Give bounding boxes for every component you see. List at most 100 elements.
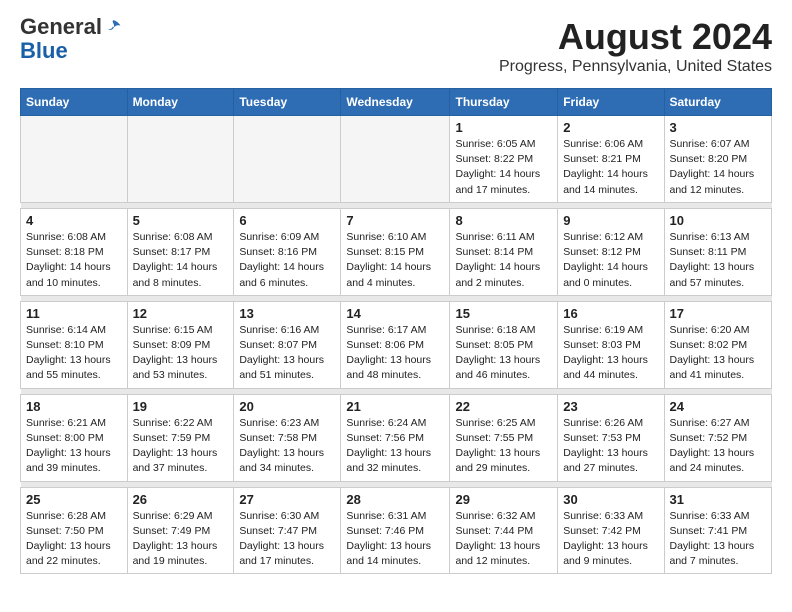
day-info: Sunrise: 6:31 AMSunset: 7:46 PMDaylight:… <box>346 509 444 570</box>
calendar-cell: 27 Sunrise: 6:30 AMSunset: 7:47 PMDayligh… <box>234 487 341 574</box>
calendar-cell: 9 Sunrise: 6:12 AMSunset: 8:12 PMDaylight… <box>558 208 664 295</box>
day-info: Sunrise: 6:24 AMSunset: 7:56 PMDaylight:… <box>346 416 444 477</box>
day-number: 2 <box>563 120 658 135</box>
calendar-cell: 21 Sunrise: 6:24 AMSunset: 7:56 PMDayligh… <box>341 394 450 481</box>
day-number: 26 <box>133 492 229 507</box>
day-number: 1 <box>455 120 552 135</box>
calendar-cell <box>127 116 234 203</box>
month-year-title: August 2024 <box>499 16 772 58</box>
logo-general-text: General <box>20 16 102 38</box>
day-info: Sunrise: 6:17 AMSunset: 8:06 PMDaylight:… <box>346 323 444 384</box>
calendar-cell: 3 Sunrise: 6:07 AMSunset: 8:20 PMDaylight… <box>664 116 772 203</box>
day-number: 18 <box>26 399 122 414</box>
day-number: 5 <box>133 213 229 228</box>
day-number: 15 <box>455 306 552 321</box>
weekday-header-row: SundayMondayTuesdayWednesdayThursdayFrid… <box>21 89 772 116</box>
calendar-cell: 31 Sunrise: 6:33 AMSunset: 7:41 PMDayligh… <box>664 487 772 574</box>
logo-blue-text: Blue <box>20 38 68 63</box>
day-number: 16 <box>563 306 658 321</box>
calendar-cell <box>341 116 450 203</box>
calendar-cell: 11 Sunrise: 6:14 AMSunset: 8:10 PMDayligh… <box>21 301 128 388</box>
day-info: Sunrise: 6:07 AMSunset: 8:20 PMDaylight:… <box>670 137 767 198</box>
day-number: 21 <box>346 399 444 414</box>
day-info: Sunrise: 6:12 AMSunset: 8:12 PMDaylight:… <box>563 230 658 291</box>
day-info: Sunrise: 6:32 AMSunset: 7:44 PMDaylight:… <box>455 509 552 570</box>
logo-bird-icon <box>104 18 122 36</box>
day-number: 12 <box>133 306 229 321</box>
calendar-cell: 1Sunrise: 6:05 AMSunset: 8:22 PMDaylight… <box>450 116 558 203</box>
calendar-cell: 14 Sunrise: 6:17 AMSunset: 8:06 PMDayligh… <box>341 301 450 388</box>
day-number: 27 <box>239 492 335 507</box>
day-info: Sunrise: 6:29 AMSunset: 7:49 PMDaylight:… <box>133 509 229 570</box>
calendar-cell: 25 Sunrise: 6:28 AMSunset: 7:50 PMDayligh… <box>21 487 128 574</box>
weekday-header-wednesday: Wednesday <box>341 89 450 116</box>
day-number: 13 <box>239 306 335 321</box>
calendar-cell: 2 Sunrise: 6:06 AMSunset: 8:21 PMDaylight… <box>558 116 664 203</box>
title-section: August 2024 Progress, Pennsylvania, Unit… <box>499 16 772 76</box>
day-info: Sunrise: 6:30 AMSunset: 7:47 PMDaylight:… <box>239 509 335 570</box>
day-info: Sunrise: 6:26 AMSunset: 7:53 PMDaylight:… <box>563 416 658 477</box>
calendar-cell: 12 Sunrise: 6:15 AMSunset: 8:09 PMDayligh… <box>127 301 234 388</box>
day-number: 3 <box>670 120 767 135</box>
weekday-header-thursday: Thursday <box>450 89 558 116</box>
calendar-cell: 15 Sunrise: 6:18 AMSunset: 8:05 PMDayligh… <box>450 301 558 388</box>
day-number: 17 <box>670 306 767 321</box>
day-number: 19 <box>133 399 229 414</box>
day-number: 31 <box>670 492 767 507</box>
day-info: Sunrise: 6:28 AMSunset: 7:50 PMDaylight:… <box>26 509 122 570</box>
calendar-cell: 4Sunrise: 6:08 AMSunset: 8:18 PMDaylight… <box>21 208 128 295</box>
day-info: Sunrise: 6:19 AMSunset: 8:03 PMDaylight:… <box>563 323 658 384</box>
day-info: Sunrise: 6:10 AMSunset: 8:15 PMDaylight:… <box>346 230 444 291</box>
calendar-cell: 30Sunrise: 6:33 AMSunset: 7:42 PMDayligh… <box>558 487 664 574</box>
day-number: 7 <box>346 213 444 228</box>
calendar-cell: 7 Sunrise: 6:10 AMSunset: 8:15 PMDaylight… <box>341 208 450 295</box>
calendar-cell: 24Sunrise: 6:27 AMSunset: 7:52 PMDayligh… <box>664 394 772 481</box>
day-number: 20 <box>239 399 335 414</box>
calendar-week-row: 25 Sunrise: 6:28 AMSunset: 7:50 PMDayligh… <box>21 487 772 574</box>
day-info: Sunrise: 6:11 AMSunset: 8:14 PMDaylight:… <box>455 230 552 291</box>
day-info: Sunrise: 6:09 AMSunset: 8:16 PMDaylight:… <box>239 230 335 291</box>
day-info: Sunrise: 6:22 AMSunset: 7:59 PMDaylight:… <box>133 416 229 477</box>
calendar-cell: 17 Sunrise: 6:20 AMSunset: 8:02 PMDayligh… <box>664 301 772 388</box>
calendar-cell: 22Sunrise: 6:25 AMSunset: 7:55 PMDayligh… <box>450 394 558 481</box>
day-info: Sunrise: 6:18 AMSunset: 8:05 PMDaylight:… <box>455 323 552 384</box>
day-number: 29 <box>455 492 552 507</box>
day-info: Sunrise: 6:23 AMSunset: 7:58 PMDaylight:… <box>239 416 335 477</box>
day-number: 6 <box>239 213 335 228</box>
day-number: 9 <box>563 213 658 228</box>
day-info: Sunrise: 6:15 AMSunset: 8:09 PMDaylight:… <box>133 323 229 384</box>
day-number: 14 <box>346 306 444 321</box>
calendar-week-row: 1Sunrise: 6:05 AMSunset: 8:22 PMDaylight… <box>21 116 772 203</box>
day-info: Sunrise: 6:14 AMSunset: 8:10 PMDaylight:… <box>26 323 122 384</box>
calendar-cell: 5 Sunrise: 6:08 AMSunset: 8:17 PMDaylight… <box>127 208 234 295</box>
weekday-header-monday: Monday <box>127 89 234 116</box>
calendar-cell: 8 Sunrise: 6:11 AMSunset: 8:14 PMDaylight… <box>450 208 558 295</box>
day-info: Sunrise: 6:08 AMSunset: 8:17 PMDaylight:… <box>133 230 229 291</box>
day-number: 11 <box>26 306 122 321</box>
day-info: Sunrise: 6:27 AMSunset: 7:52 PMDaylight:… <box>670 416 767 477</box>
day-info: Sunrise: 6:13 AMSunset: 8:11 PMDaylight:… <box>670 230 767 291</box>
calendar-cell: 18 Sunrise: 6:21 AMSunset: 8:00 PMDayligh… <box>21 394 128 481</box>
logo: General Blue <box>20 16 122 64</box>
calendar-cell: 20 Sunrise: 6:23 AMSunset: 7:58 PMDayligh… <box>234 394 341 481</box>
calendar-cell: 6 Sunrise: 6:09 AMSunset: 8:16 PMDaylight… <box>234 208 341 295</box>
location-subtitle: Progress, Pennsylvania, United States <box>499 58 772 76</box>
day-info: Sunrise: 6:21 AMSunset: 8:00 PMDaylight:… <box>26 416 122 477</box>
day-number: 28 <box>346 492 444 507</box>
day-number: 25 <box>26 492 122 507</box>
day-info: Sunrise: 6:16 AMSunset: 8:07 PMDaylight:… <box>239 323 335 384</box>
day-number: 8 <box>455 213 552 228</box>
day-number: 4 <box>26 213 122 228</box>
calendar-week-row: 4Sunrise: 6:08 AMSunset: 8:18 PMDaylight… <box>21 208 772 295</box>
page-header: General Blue August 2024 Progress, Penns… <box>20 16 772 76</box>
day-number: 22 <box>455 399 552 414</box>
weekday-header-friday: Friday <box>558 89 664 116</box>
day-info: Sunrise: 6:06 AMSunset: 8:21 PMDaylight:… <box>563 137 658 198</box>
calendar-cell: 28 Sunrise: 6:31 AMSunset: 7:46 PMDayligh… <box>341 487 450 574</box>
weekday-header-sunday: Sunday <box>21 89 128 116</box>
day-info: Sunrise: 6:20 AMSunset: 8:02 PMDaylight:… <box>670 323 767 384</box>
calendar-week-row: 11 Sunrise: 6:14 AMSunset: 8:10 PMDayligh… <box>21 301 772 388</box>
calendar-cell: 29 Sunrise: 6:32 AMSunset: 7:44 PMDayligh… <box>450 487 558 574</box>
day-info: Sunrise: 6:33 AMSunset: 7:41 PMDaylight:… <box>670 509 767 570</box>
day-number: 30 <box>563 492 658 507</box>
